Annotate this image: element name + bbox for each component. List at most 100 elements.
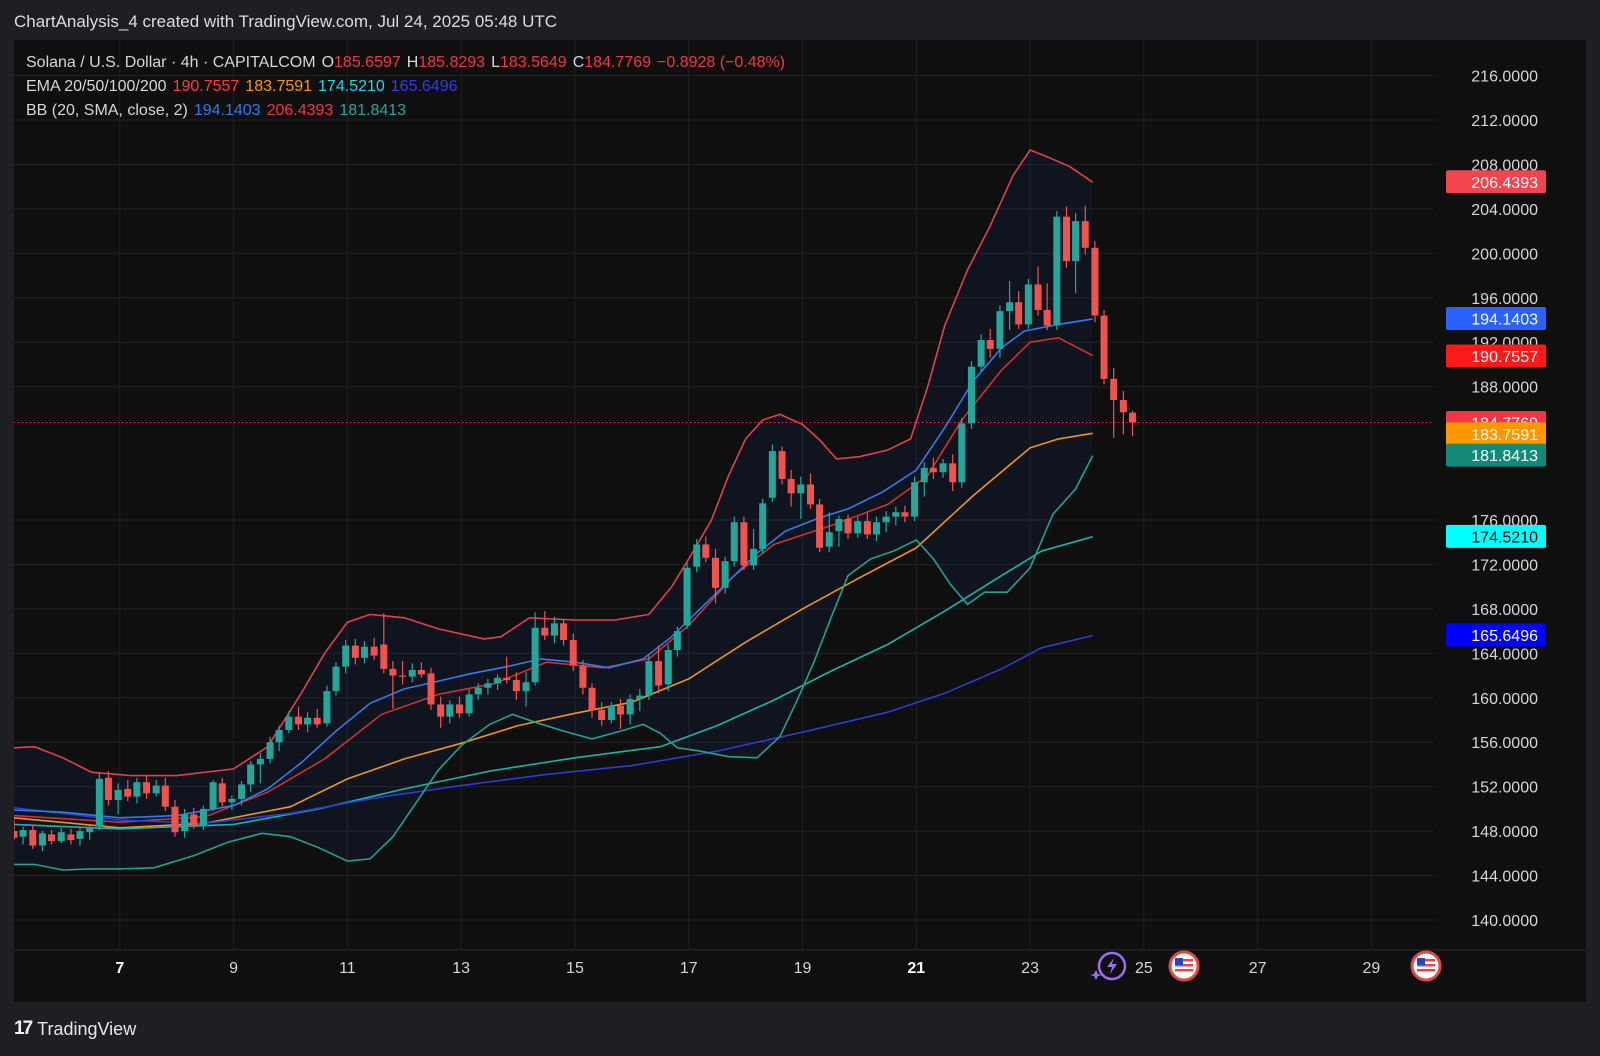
y-tick-label: 164.0000 — [1471, 646, 1538, 663]
svg-text:181.8413: 181.8413 — [1471, 448, 1538, 465]
ema50-value: 183.7591 — [245, 78, 313, 95]
ema200-value: 165.6496 — [390, 78, 458, 95]
candle[interactable] — [730, 516, 738, 567]
candle[interactable] — [1128, 410, 1136, 436]
candle[interactable] — [911, 476, 919, 522]
x-tick-label: 19 — [794, 960, 812, 977]
x-tick-label: 29 — [1363, 960, 1381, 977]
candle[interactable] — [977, 334, 985, 373]
candle[interactable] — [967, 361, 975, 429]
candle[interactable] — [1053, 211, 1061, 330]
close-value: 184.7769 — [584, 54, 651, 71]
x-tick-label: 11 — [339, 960, 356, 977]
open-label: O — [321, 54, 335, 71]
high-value: 185.8293 — [418, 54, 486, 71]
tradingview-logo-icon[interactable]: 17 — [14, 1018, 33, 1040]
y-tick-label: 168.0000 — [1471, 602, 1538, 619]
us-flag-event-icon[interactable] — [1410, 950, 1442, 982]
svg-text:206.4393: 206.4393 — [1471, 175, 1538, 192]
bb-upper-tag[interactable]: 206.4393 — [1446, 170, 1546, 194]
x-tick-label: 23 — [1021, 960, 1039, 977]
candle[interactable] — [1024, 278, 1032, 329]
ema20-tag[interactable]: 190.7557 — [1446, 344, 1546, 368]
x-tick-label: 15 — [566, 960, 584, 977]
svg-text:165.6496: 165.6496 — [1471, 628, 1538, 645]
candle[interactable] — [209, 780, 217, 812]
x-tick-label: 7 — [115, 960, 124, 977]
x-tick-label: 27 — [1249, 960, 1267, 977]
candle[interactable] — [332, 662, 340, 696]
candle[interactable] — [740, 516, 748, 570]
price-tags-layer: 206.4393194.1403190.7557184.776903:11:40… — [1446, 170, 1546, 647]
candle[interactable] — [1091, 241, 1099, 323]
bb-fill — [14, 150, 1093, 870]
ema-label[interactable]: EMA 20/50/100/200 — [26, 78, 167, 95]
high-label: H — [406, 54, 419, 71]
y-tick-label: 148.0000 — [1471, 824, 1538, 841]
low-value: 183.5649 — [499, 54, 567, 71]
y-tick-label: 200.0000 — [1471, 246, 1538, 263]
ema20-value: 190.7557 — [172, 78, 240, 95]
us-flag-event-icon[interactable] — [1168, 950, 1200, 982]
svg-text:183.7591: 183.7591 — [1471, 427, 1538, 444]
x-tick-label: 21 — [907, 960, 925, 977]
y-tick-label: 152.0000 — [1471, 780, 1538, 797]
ema-legend[interactable]: EMA 20/50/100/200 190.7557 183.7591 174.521… — [26, 78, 464, 96]
x-tick-label: 9 — [229, 960, 238, 977]
ema200-tag[interactable]: 165.6496 — [1446, 623, 1546, 647]
bb-upper-value: 206.4393 — [266, 102, 334, 119]
candle[interactable] — [958, 417, 966, 488]
svg-text:174.5210: 174.5210 — [1471, 529, 1538, 546]
x-tick-label: 17 — [680, 960, 698, 977]
candle[interactable] — [683, 562, 691, 629]
bb-legend[interactable]: BB (20, SMA, close, 2) 194.1403 206.4393 18… — [26, 102, 412, 120]
candle[interactable] — [759, 498, 767, 554]
change-value: −0.8928 (−0.48%) — [657, 54, 786, 71]
candle[interactable] — [427, 667, 435, 710]
x-tick-label: 25 — [1135, 960, 1153, 977]
y-tick-label: 156.0000 — [1471, 735, 1538, 752]
ema100-tag[interactable]: 174.5210 — [1446, 524, 1546, 548]
bb-basis-value: 194.1403 — [193, 102, 261, 119]
y-tick-label: 172.0000 — [1471, 557, 1538, 574]
bb-lower-value: 181.8413 — [339, 102, 407, 119]
candle[interactable] — [95, 773, 103, 830]
candle[interactable] — [768, 444, 776, 503]
candle[interactable] — [1100, 310, 1108, 385]
low-label: L — [491, 54, 500, 71]
chart-frame[interactable]: 216.0000 212.0000 208.0000 204.0000 200.0000… — [14, 40, 1586, 1002]
footer-brand[interactable]: 17 TradingView — [14, 1018, 136, 1040]
y-tick-label: 204.0000 — [1471, 202, 1538, 219]
bollinger-band-fill — [14, 150, 1093, 870]
bb-lower-tag[interactable]: 181.8413 — [1446, 443, 1546, 467]
ema50-tag[interactable]: 183.7591 — [1446, 422, 1546, 446]
symbol-label[interactable]: Solana / U.S. Dollar · 4h · CAPITALCOM — [26, 54, 316, 71]
candle[interactable] — [1110, 367, 1118, 438]
y-tick-label: 212.0000 — [1471, 113, 1538, 130]
lightning-event-icon[interactable] — [1090, 951, 1127, 981]
y-tick-label: 196.0000 — [1471, 291, 1538, 308]
candle[interactable] — [1119, 391, 1127, 435]
y-tick-label: 144.0000 — [1471, 869, 1538, 886]
open-value: 185.6597 — [334, 54, 401, 71]
bb-label[interactable]: BB (20, SMA, close, 2) — [26, 102, 188, 119]
candle[interactable] — [816, 498, 824, 553]
close-label: C — [572, 54, 585, 71]
candle[interactable] — [323, 685, 331, 727]
ohlc-legend[interactable]: Solana / U.S. Dollar · 4h · CAPITALCOM O1… — [26, 54, 791, 72]
svg-text:190.7557: 190.7557 — [1471, 349, 1538, 366]
header-title: ChartAnalysis_4 created with TradingView… — [14, 12, 558, 31]
y-tick-label: 216.0000 — [1471, 69, 1538, 86]
x-tick-label: 13 — [452, 960, 470, 977]
candle[interactable] — [778, 446, 786, 485]
candle[interactable] — [664, 644, 672, 692]
candle[interactable] — [645, 655, 653, 700]
ema100-value: 174.5210 — [318, 78, 385, 95]
footer-brand-name[interactable]: TradingView — [37, 1019, 136, 1040]
y-tick-label: 188.0000 — [1471, 380, 1538, 397]
y-tick-label: 160.0000 — [1471, 691, 1538, 708]
svg-text:194.1403: 194.1403 — [1471, 311, 1538, 328]
chart-svg[interactable]: 216.0000212.0000208.0000204.0000200.0000… — [14, 40, 1586, 1002]
bb-basis-tag[interactable]: 194.1403 — [1446, 306, 1546, 330]
y-tick-label: 140.0000 — [1471, 913, 1538, 930]
